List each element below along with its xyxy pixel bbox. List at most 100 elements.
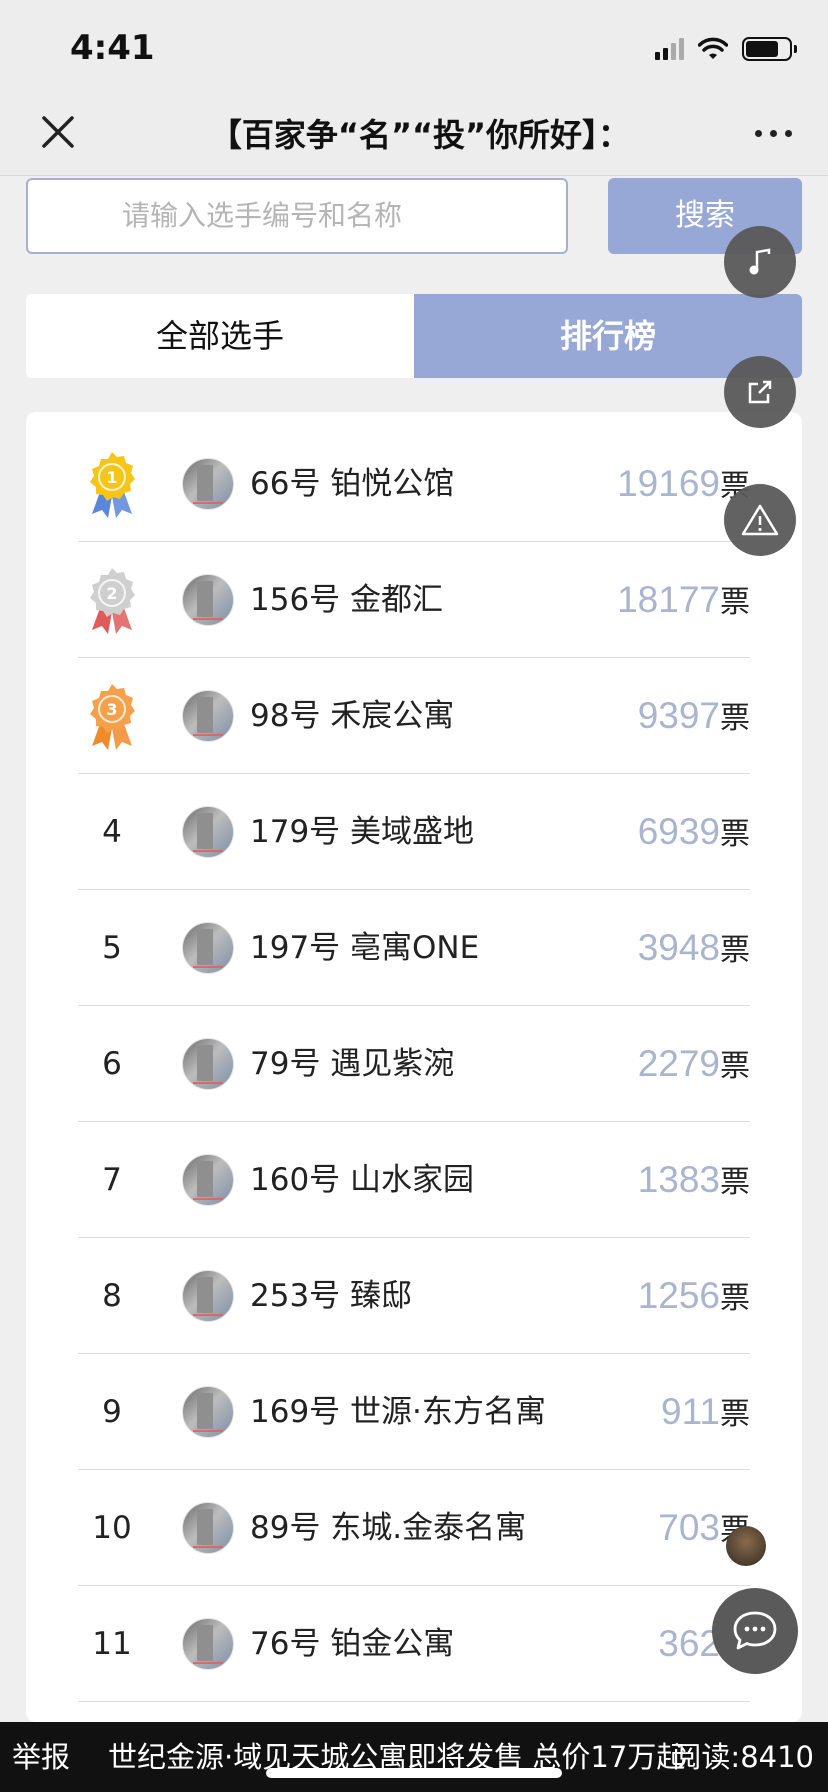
vote-count: 6939票	[638, 774, 750, 890]
rank-number: 5	[102, 930, 122, 966]
tab-all-contestants[interactable]: 全部选手	[26, 294, 414, 378]
rank-number: 6	[102, 1046, 122, 1082]
vote-unit: 票	[720, 933, 750, 968]
contestant-name: 253号 臻邸	[250, 1278, 413, 1314]
rank-number: 4	[102, 814, 122, 850]
contestant-avatar	[182, 574, 234, 626]
contestant-name: 98号 禾宸公寓	[250, 698, 455, 734]
rank-number: 1	[106, 468, 117, 487]
contestant-avatar	[182, 922, 234, 974]
rank-number: 7	[102, 1162, 122, 1198]
gold-medal-icon: 1	[90, 452, 135, 518]
contestant-name: 169号 世源·东方名寓	[250, 1394, 546, 1430]
rank-number: 8	[102, 1278, 122, 1314]
contestant-avatar	[182, 806, 234, 858]
status-bar: 4:41	[0, 0, 828, 90]
contestant-name: 160号 山水家园	[250, 1162, 475, 1198]
rank-number: 9	[102, 1394, 122, 1430]
ranking-row[interactable]: 3 98号 禾宸公寓 9397票	[78, 658, 750, 774]
vote-number: 2279	[637, 1043, 720, 1084]
contestant-name: 66号 铂悦公馆	[250, 466, 455, 502]
status-time: 4:41	[70, 28, 155, 68]
ranking-row[interactable]: 7 160号 山水家园 1383票	[78, 1122, 750, 1238]
ranking-row[interactable]: 8 253号 臻邸 1256票	[78, 1238, 750, 1354]
close-icon[interactable]	[34, 108, 82, 156]
contestant-avatar	[182, 1038, 234, 1090]
vote-number: 1383	[637, 1159, 720, 1200]
vote-unit: 票	[720, 1397, 750, 1432]
music-note-icon	[749, 248, 771, 275]
home-indicator	[266, 1768, 562, 1778]
contestant-name: 89号 东城.金泰名寓	[250, 1510, 527, 1546]
ranking-row[interactable]: 1176号 铂金公寓362票	[78, 1586, 750, 1702]
vote-count: 9397票	[638, 658, 750, 774]
contestant-name: 179号 美域盛地	[250, 814, 475, 850]
contestant-avatar	[182, 690, 234, 742]
vote-unit: 票	[720, 1165, 750, 1200]
page-title: 【百家争“名”“投”你所好】：	[209, 116, 631, 154]
ad-ticker[interactable]: 世纪金源·域见天城公寓即将发售 总价17万起	[108, 1722, 685, 1792]
contestant-name: 76号 铂金公寓	[250, 1626, 455, 1662]
vote-count: 3948票	[638, 890, 750, 1006]
signal-icon	[655, 38, 684, 60]
silver-medal-icon: 2	[90, 568, 135, 634]
ranking-list: 1 66号 铂悦公馆 19169票 2 156号 金都汇 18177票 3 98号 禾宸公寓 9…	[26, 412, 802, 1722]
read-count: 阅读:8410	[672, 1740, 814, 1774]
contestant-avatar	[182, 1386, 234, 1438]
ranking-row[interactable]: 5 197号 亳寓ONE 3948票	[78, 890, 750, 1006]
bronze-medal-icon: 3	[90, 684, 135, 750]
warning-icon[interactable]	[724, 484, 796, 556]
vote-number: 19169	[617, 463, 720, 504]
vote-number: 9397	[637, 695, 720, 736]
search-input[interactable]: 请输入选手编号和名称	[26, 178, 568, 254]
contestant-avatar	[182, 1154, 234, 1206]
vote-number: 703	[658, 1507, 720, 1548]
rank-number: 2	[106, 584, 117, 603]
chat-icon[interactable]	[712, 1588, 798, 1674]
battery-icon	[742, 37, 797, 61]
title-bar: 【百家争“名”“投”你所好】：	[0, 90, 828, 176]
share-icon[interactable]	[724, 356, 796, 428]
vote-number: 6939	[637, 811, 720, 852]
rank-number: 10	[92, 1510, 132, 1546]
warning-triangle-icon	[741, 504, 779, 536]
vote-count: 1383票	[638, 1122, 750, 1238]
contestant-avatar	[182, 1502, 234, 1554]
vote-number: 3948	[637, 927, 720, 968]
music-icon[interactable]	[724, 226, 796, 298]
vote-unit: 票	[720, 817, 750, 852]
vote-number: 1256	[637, 1275, 720, 1316]
more-options-icon[interactable]	[748, 118, 798, 148]
tab-bar: 全部选手 排行榜	[26, 294, 802, 378]
vote-number: 911	[661, 1391, 720, 1432]
vote-count: 18177票	[617, 542, 750, 658]
contestant-name: 197号 亳寓ONE	[250, 930, 480, 966]
chat-bubble-icon	[733, 1611, 777, 1650]
ranking-row[interactable]: 1089号 东城.金泰名寓703票	[78, 1470, 750, 1586]
vote-count: 1256票	[638, 1238, 750, 1354]
ranking-row[interactable]: 4 179号 美域盛地 6939票	[78, 774, 750, 890]
contestant-avatar	[182, 458, 234, 510]
contestant-avatar	[182, 1270, 234, 1322]
contestant-avatar	[182, 1618, 234, 1670]
share-arrow-icon	[748, 380, 772, 404]
rank-number: 3	[106, 700, 117, 719]
ranking-row[interactable]: 9 169号 世源·东方名寓 911票	[78, 1354, 750, 1470]
contestant-name: 79号 遇见紫涴	[250, 1046, 455, 1082]
status-icons	[655, 36, 797, 62]
bottom-bar: 举报 世纪金源·域见天城公寓即将发售 总价17万起 阅读:8410	[0, 1722, 828, 1792]
vote-count: 2279票	[638, 1006, 750, 1122]
vote-number: 362	[658, 1623, 720, 1664]
ranking-row[interactable]: 1 66号 铂悦公馆 19169票	[78, 426, 750, 542]
vote-count: 911票	[661, 1354, 750, 1470]
vote-number: 18177	[617, 579, 720, 620]
report-link[interactable]: 举报	[12, 1722, 70, 1792]
wifi-icon	[698, 37, 728, 59]
vote-unit: 票	[720, 1049, 750, 1084]
rank-number: 11	[92, 1626, 132, 1662]
ranking-row[interactable]: 2 156号 金都汇 18177票	[78, 542, 750, 658]
floating-avatar[interactable]	[726, 1526, 766, 1566]
ranking-row[interactable]: 6 79号 遇见紫涴 2279票	[78, 1006, 750, 1122]
vote-unit: 票	[720, 701, 750, 736]
vote-unit: 票	[720, 585, 750, 620]
